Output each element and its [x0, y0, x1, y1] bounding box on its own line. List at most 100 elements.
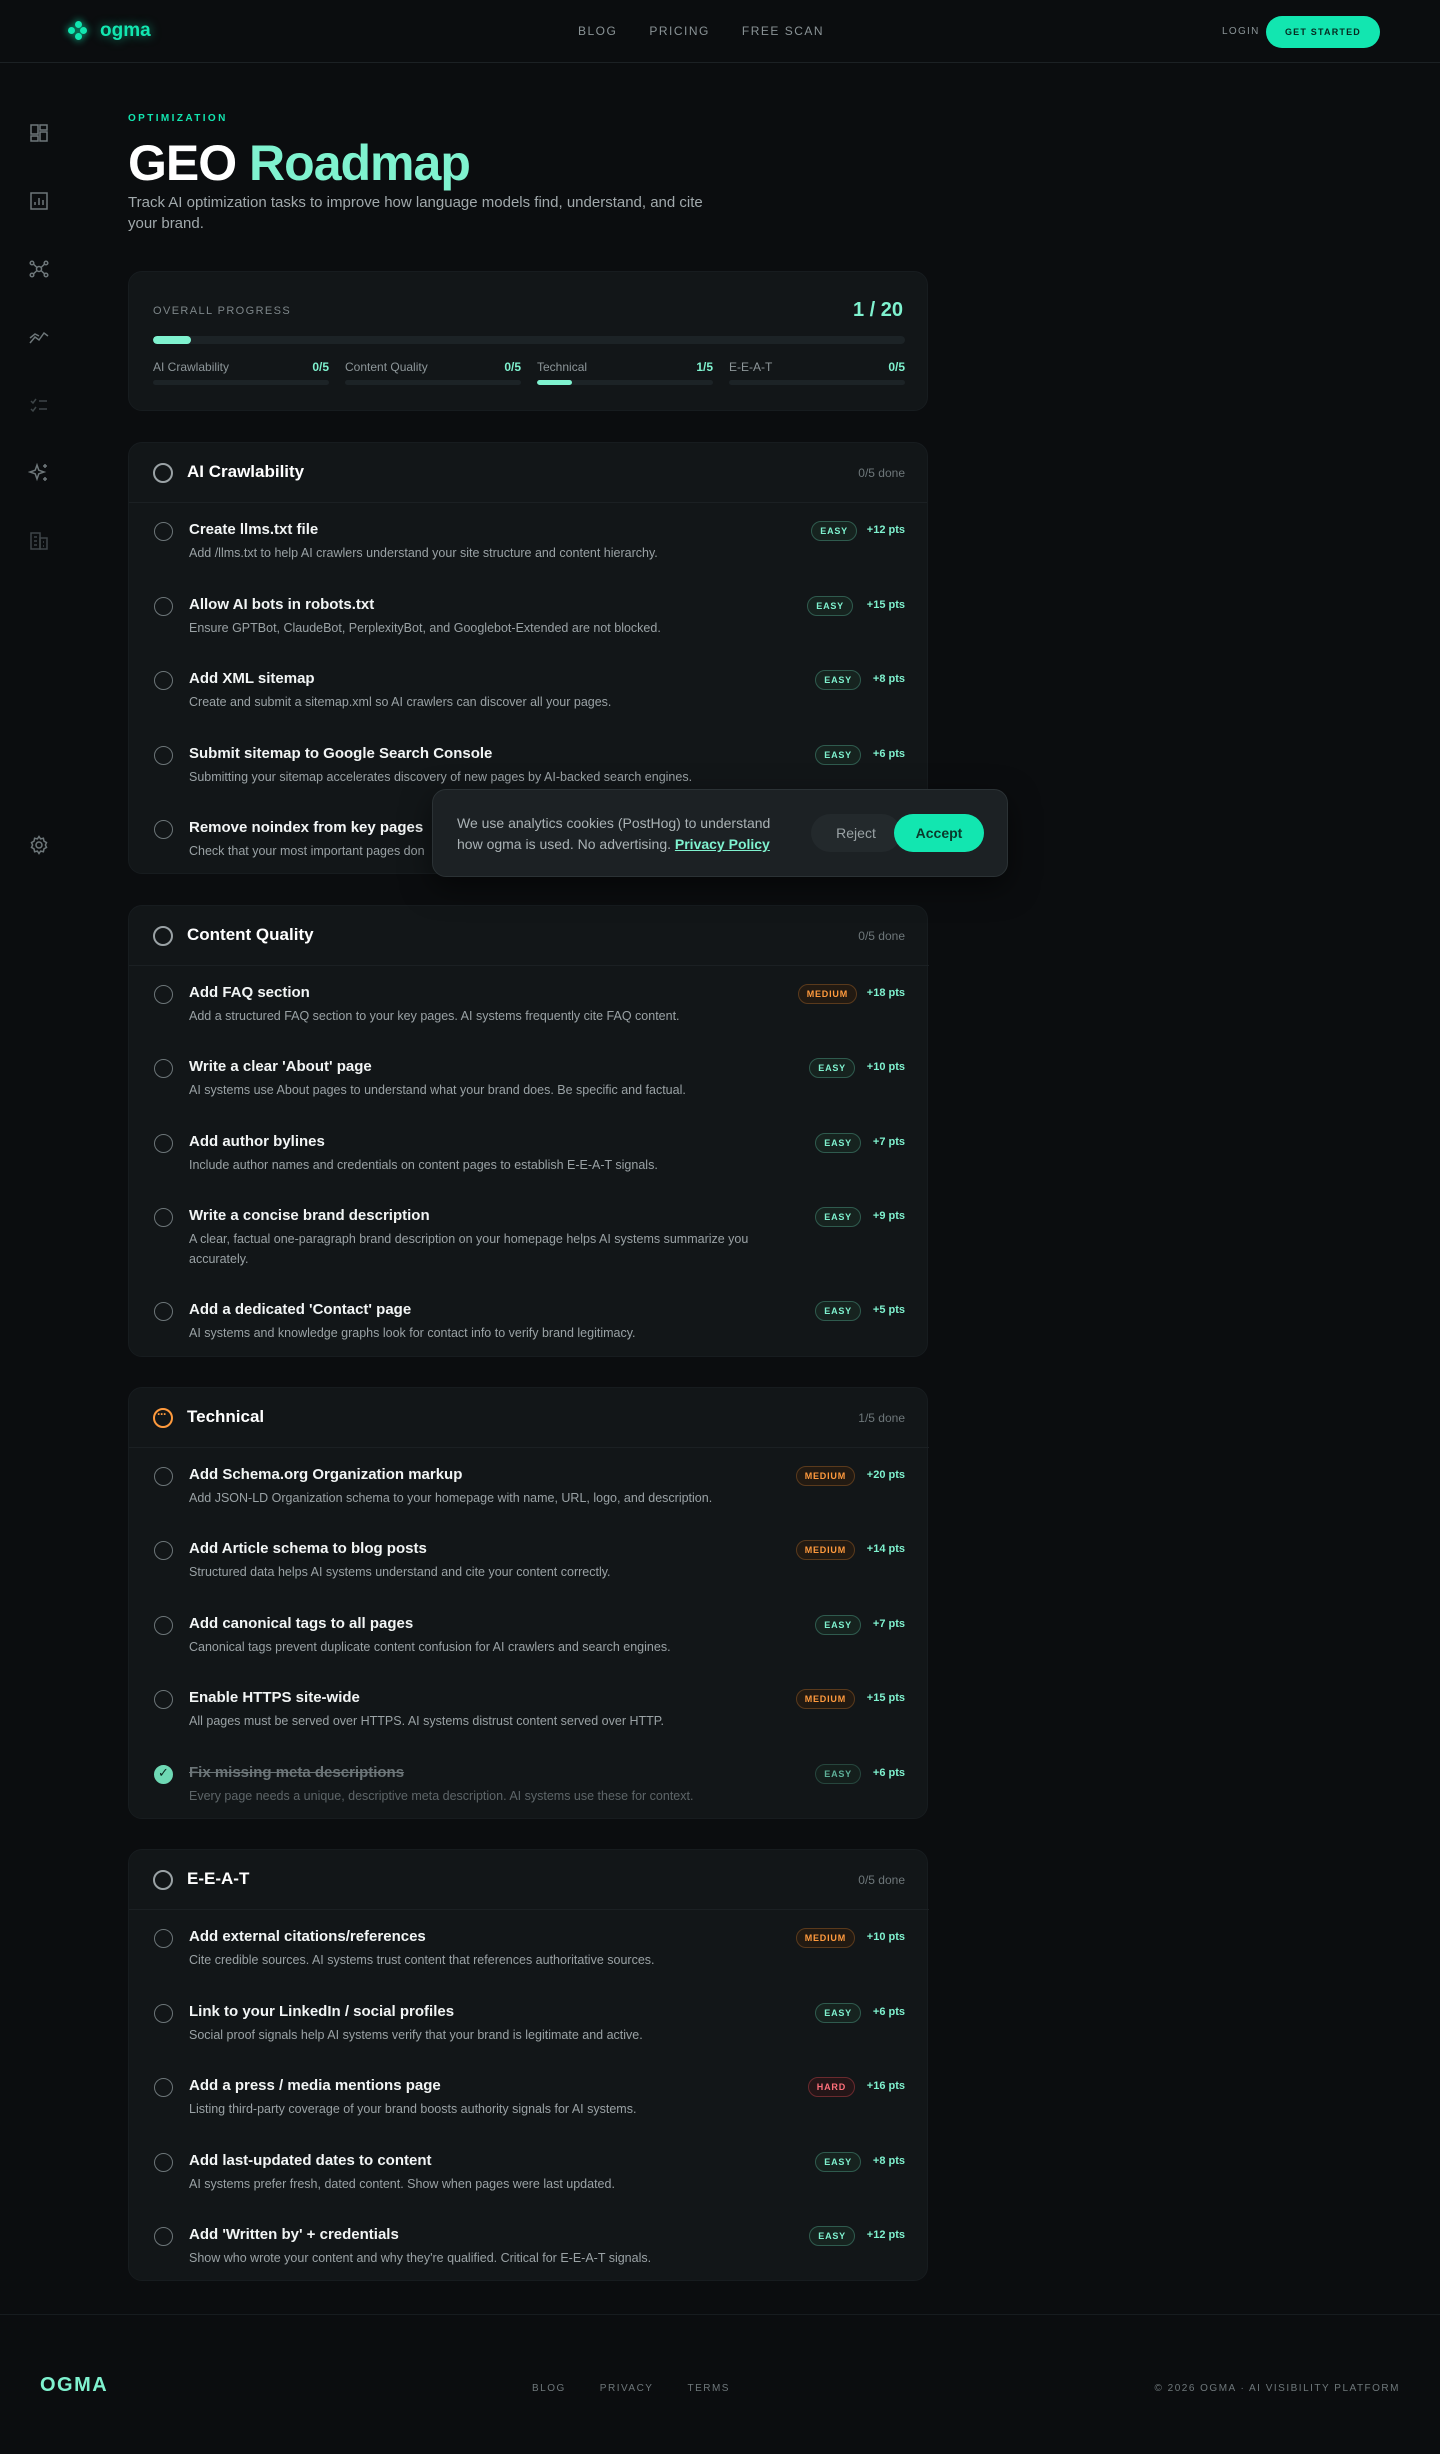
task-description: Cite credible sources. AI systems trust … [189, 1953, 655, 1967]
task-checkbox[interactable] [154, 2227, 173, 2246]
footer-link-privacy[interactable]: PRIVACY [600, 2383, 654, 2394]
progress-count: 1 / 20 [852, 299, 903, 321]
task-checkbox[interactable] [154, 1208, 173, 1227]
subprogress-track [537, 380, 713, 385]
task-checkbox[interactable] [154, 1302, 173, 1321]
trend-icon[interactable] [28, 326, 50, 348]
task-checkbox[interactable] [154, 1467, 173, 1486]
task-checkbox[interactable] [154, 1134, 173, 1153]
section-done-count: 1/5 done [858, 1411, 905, 1425]
section-technical: Technical 1/5 done Add Schema.org Organi… [128, 1387, 929, 1819]
task-points: +16 pts [866, 2080, 905, 2092]
difficulty-badge: EASY [809, 1058, 855, 1078]
difficulty-badge: EASY [815, 1301, 861, 1321]
task-points: +6 pts [872, 748, 905, 760]
task-title: Add external citations/references [189, 1928, 426, 1945]
task-description: Add a structured FAQ section to your key… [189, 1009, 680, 1023]
task-points: +7 pts [872, 1618, 905, 1630]
task-checkbox[interactable] [154, 2153, 173, 2172]
difficulty-badge: MEDIUM [797, 984, 857, 1004]
difficulty-badge: MEDIUM [795, 1689, 855, 1709]
difficulty-badge: EASY [815, 670, 861, 690]
task-checkbox[interactable] [154, 1059, 173, 1078]
task-checkbox[interactable] [154, 522, 173, 541]
in-progress-icon [153, 1407, 173, 1428]
nav-link-pricing[interactable]: PRICING [649, 24, 710, 38]
task-checkbox[interactable] [154, 1929, 173, 1948]
task-checkbox[interactable] [154, 1690, 173, 1709]
task-checkbox[interactable] [154, 597, 173, 616]
section-title: Content Quality [187, 925, 314, 944]
task-checkbox[interactable] [154, 1541, 173, 1560]
page-title-white: GEO [128, 135, 237, 191]
subprogress-fill [537, 380, 573, 385]
task-points: +8 pts [872, 673, 905, 685]
footer-link-terms[interactable]: TERMS [687, 2383, 730, 2394]
task-title: Add author bylines [189, 1133, 325, 1150]
task-checkbox[interactable] [154, 820, 173, 839]
subprogress-track [345, 380, 521, 385]
reject-button[interactable]: Reject [811, 814, 901, 852]
nav-link-free-scan[interactable]: FREE SCAN [742, 24, 824, 38]
task-title: Add Article schema to blog posts [189, 1540, 427, 1557]
sparkle-icon[interactable] [28, 462, 50, 484]
logo-text: ogma [100, 20, 151, 41]
subprogress-value: 0/5 [312, 360, 329, 374]
chart-icon[interactable] [28, 190, 50, 212]
circle-icon [153, 1870, 173, 1890]
difficulty-badge: EASY [815, 2003, 861, 2023]
section-header[interactable]: Technical 1/5 done [129, 1388, 929, 1448]
task-title: Remove noindex from key pages [189, 819, 424, 836]
task-points: +18 pts [866, 987, 905, 999]
network-icon[interactable] [28, 258, 50, 280]
task-title: Add Schema.org Organization markup [189, 1466, 463, 1483]
task-checkbox[interactable] [154, 671, 173, 690]
difficulty-badge: EASY [815, 1133, 861, 1153]
task-points: +6 pts [872, 1767, 905, 1779]
settings-icon[interactable] [28, 834, 50, 856]
difficulty-badge: HARD [807, 2077, 855, 2097]
footer-link-blog[interactable]: BLOG [532, 2383, 566, 2394]
task-title: Add a press / media mentions page [189, 2077, 441, 2094]
section-header[interactable]: AI Crawlability 0/5 done [129, 443, 927, 503]
nav-link-blog[interactable]: BLOG [578, 24, 617, 38]
difficulty-badge: EASY [815, 1615, 861, 1635]
privacy-policy-link[interactable]: Privacy Policy [675, 836, 770, 852]
task-checkbox[interactable] [154, 1616, 173, 1635]
accept-button[interactable]: Accept [894, 814, 984, 852]
footer-logo[interactable]: OGMA [40, 2374, 108, 2397]
difficulty-badge: MEDIUM [795, 1540, 855, 1560]
task-description: Add /llms.txt to help AI crawlers unders… [189, 546, 658, 560]
progress-bar-fill [153, 336, 191, 344]
logo[interactable]: ogma [68, 20, 151, 42]
task-points: +10 pts [866, 1931, 905, 1943]
task-checkbox[interactable] [154, 746, 173, 765]
task-checkbox[interactable] [154, 2004, 173, 2023]
task-checkbox-checked[interactable] [154, 1765, 173, 1784]
logo-icon [68, 21, 88, 41]
task-title: Fix missing meta descriptions [189, 1764, 405, 1781]
checklist-icon[interactable] [28, 394, 50, 416]
footer: OGMA BLOG PRIVACY TERMS © 2026 OGMA · AI… [0, 2314, 1440, 2454]
task-points: +12 pts [866, 2229, 905, 2241]
task-description: AI systems and knowledge graphs look for… [189, 1326, 636, 1340]
task-points: +5 pts [872, 1304, 905, 1316]
difficulty-badge: EASY [811, 521, 857, 541]
task-points: +7 pts [872, 1136, 905, 1148]
subprogress-crawlability: AI Crawlability 0/5 [153, 360, 329, 385]
task-description: Show who wrote your content and why they… [189, 2251, 652, 2265]
dashboard-icon[interactable] [28, 122, 50, 144]
task-points: +20 pts [866, 1469, 905, 1481]
login-link[interactable]: LOGIN [1222, 26, 1260, 37]
section-header[interactable]: Content Quality 0/5 done [129, 906, 929, 966]
task-title: Enable HTTPS site-wide [189, 1689, 360, 1706]
subprogress-track [729, 380, 905, 385]
task-title: Add FAQ section [189, 984, 310, 1001]
get-started-button[interactable]: GET STARTED [1266, 16, 1380, 48]
task-description: Ensure GPTBot, ClaudeBot, PerplexityBot,… [189, 621, 661, 635]
section-header[interactable]: E-E-A-T 0/5 done [129, 1850, 929, 1910]
difficulty-badge: EASY [815, 745, 861, 765]
task-checkbox[interactable] [154, 2078, 173, 2097]
task-checkbox[interactable] [154, 985, 173, 1004]
building-icon[interactable] [28, 530, 50, 552]
